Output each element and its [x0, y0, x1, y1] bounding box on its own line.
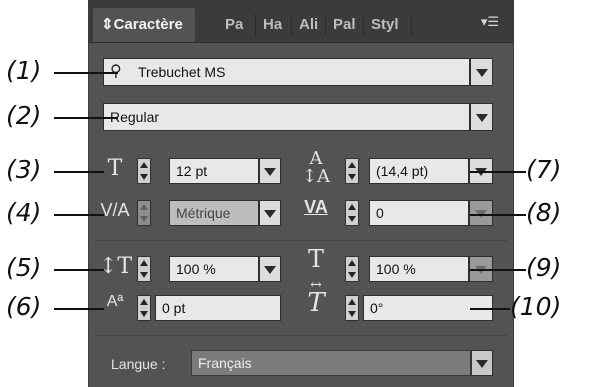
kerning-dropdown[interactable]: [259, 200, 281, 226]
callout-4: (4): [6, 198, 42, 227]
chevron-down-icon: [475, 114, 488, 122]
callout-3-leader: [54, 171, 104, 173]
tab-pal[interactable]: Pal: [333, 8, 356, 42]
callout-6-leader: [54, 308, 104, 310]
horizontal-scale-stepper[interactable]: [345, 256, 359, 282]
callout-4-leader: [54, 214, 104, 216]
chevron-down-icon: [475, 69, 488, 77]
kerning-stepper[interactable]: [137, 200, 151, 226]
callout-8: (8): [526, 198, 562, 227]
leading-icon: A ↕A: [301, 148, 331, 187]
chevron-down-icon: [264, 210, 276, 218]
tracking-field[interactable]: 0: [369, 200, 469, 226]
character-panel: ⇕Caractère Pa Ha Ali Pal Styl ▾☰ ⚲ Trebu…: [88, 0, 514, 387]
vertical-scale-dropdown[interactable]: [259, 256, 281, 282]
callout-8-leader: [470, 214, 526, 216]
font-size-icon: T: [107, 156, 123, 181]
callout-6: (6): [6, 292, 42, 321]
tab-caractere[interactable]: ⇕Caractère: [93, 8, 195, 42]
leading-field[interactable]: (14,4 pt): [369, 158, 469, 184]
vertical-scale-field[interactable]: 100 %: [169, 256, 259, 282]
panel-menu-icon[interactable]: ▾☰: [481, 16, 499, 29]
tab-separator: [411, 14, 412, 36]
tab-separator: [325, 14, 326, 36]
tab-bar: ⇕Caractère Pa Ha Ali Pal Styl ▾☰: [89, 0, 513, 43]
tab-separator: [291, 14, 292, 36]
font-size-stepper[interactable]: [137, 158, 151, 184]
chevron-down-icon: [476, 360, 488, 368]
callout-1: (1): [6, 56, 42, 85]
callout-5: (5): [6, 253, 42, 282]
vertical-scale-stepper[interactable]: [137, 256, 151, 282]
chevron-down-icon: [264, 266, 276, 274]
vertical-scale-icon: ↕T: [99, 254, 133, 279]
font-family-dropdown[interactable]: [470, 58, 493, 86]
tracking-icon: VA: [304, 197, 328, 217]
callout-5-leader: [54, 269, 104, 271]
callout-10-leader: [470, 308, 510, 310]
collapse-icon: ⇕: [101, 16, 114, 33]
callout-1-leader: [54, 72, 118, 74]
tab-paragraph[interactable]: Pa: [225, 8, 243, 42]
callout-7-leader: [470, 171, 526, 173]
font-style-dropdown[interactable]: [470, 103, 493, 131]
kerning-field[interactable]: Métrique: [169, 200, 259, 226]
section-divider: [95, 240, 507, 241]
skew-icon: T: [307, 288, 325, 318]
language-dropdown[interactable]: [471, 350, 493, 376]
tracking-dropdown[interactable]: [469, 200, 493, 226]
callout-2-leader: [54, 117, 118, 119]
callout-7: (7): [526, 155, 562, 184]
callout-3: (3): [6, 155, 42, 184]
font-family-field[interactable]: ⚲ Trebuchet MS: [103, 58, 470, 86]
tab-ali[interactable]: Ali: [299, 8, 318, 42]
skew-stepper[interactable]: [345, 295, 359, 321]
callout-9-leader: [470, 269, 526, 271]
chevron-down-icon: [264, 168, 276, 176]
baseline-shift-stepper[interactable]: [137, 295, 151, 321]
tab-styl[interactable]: Styl: [371, 8, 399, 42]
leading-stepper[interactable]: [345, 158, 359, 184]
callout-9: (9): [526, 253, 562, 282]
font-size-dropdown[interactable]: [259, 158, 281, 184]
language-field[interactable]: Français: [191, 350, 471, 376]
section-divider: [95, 335, 507, 336]
tab-separator: [255, 14, 256, 36]
language-label: Langue :: [111, 356, 166, 372]
horizontal-scale-field[interactable]: 100 %: [369, 256, 469, 282]
font-size-field[interactable]: 12 pt: [169, 158, 259, 184]
tab-separator: [363, 14, 364, 36]
baseline-shift-field[interactable]: 0 pt: [155, 295, 281, 321]
tracking-stepper[interactable]: [345, 200, 359, 226]
callout-10: (10): [510, 292, 562, 321]
font-style-field[interactable]: Regular: [103, 103, 470, 131]
callout-2: (2): [6, 101, 42, 130]
kerning-icon: V/A: [100, 200, 130, 220]
tab-ha[interactable]: Ha: [263, 8, 282, 42]
